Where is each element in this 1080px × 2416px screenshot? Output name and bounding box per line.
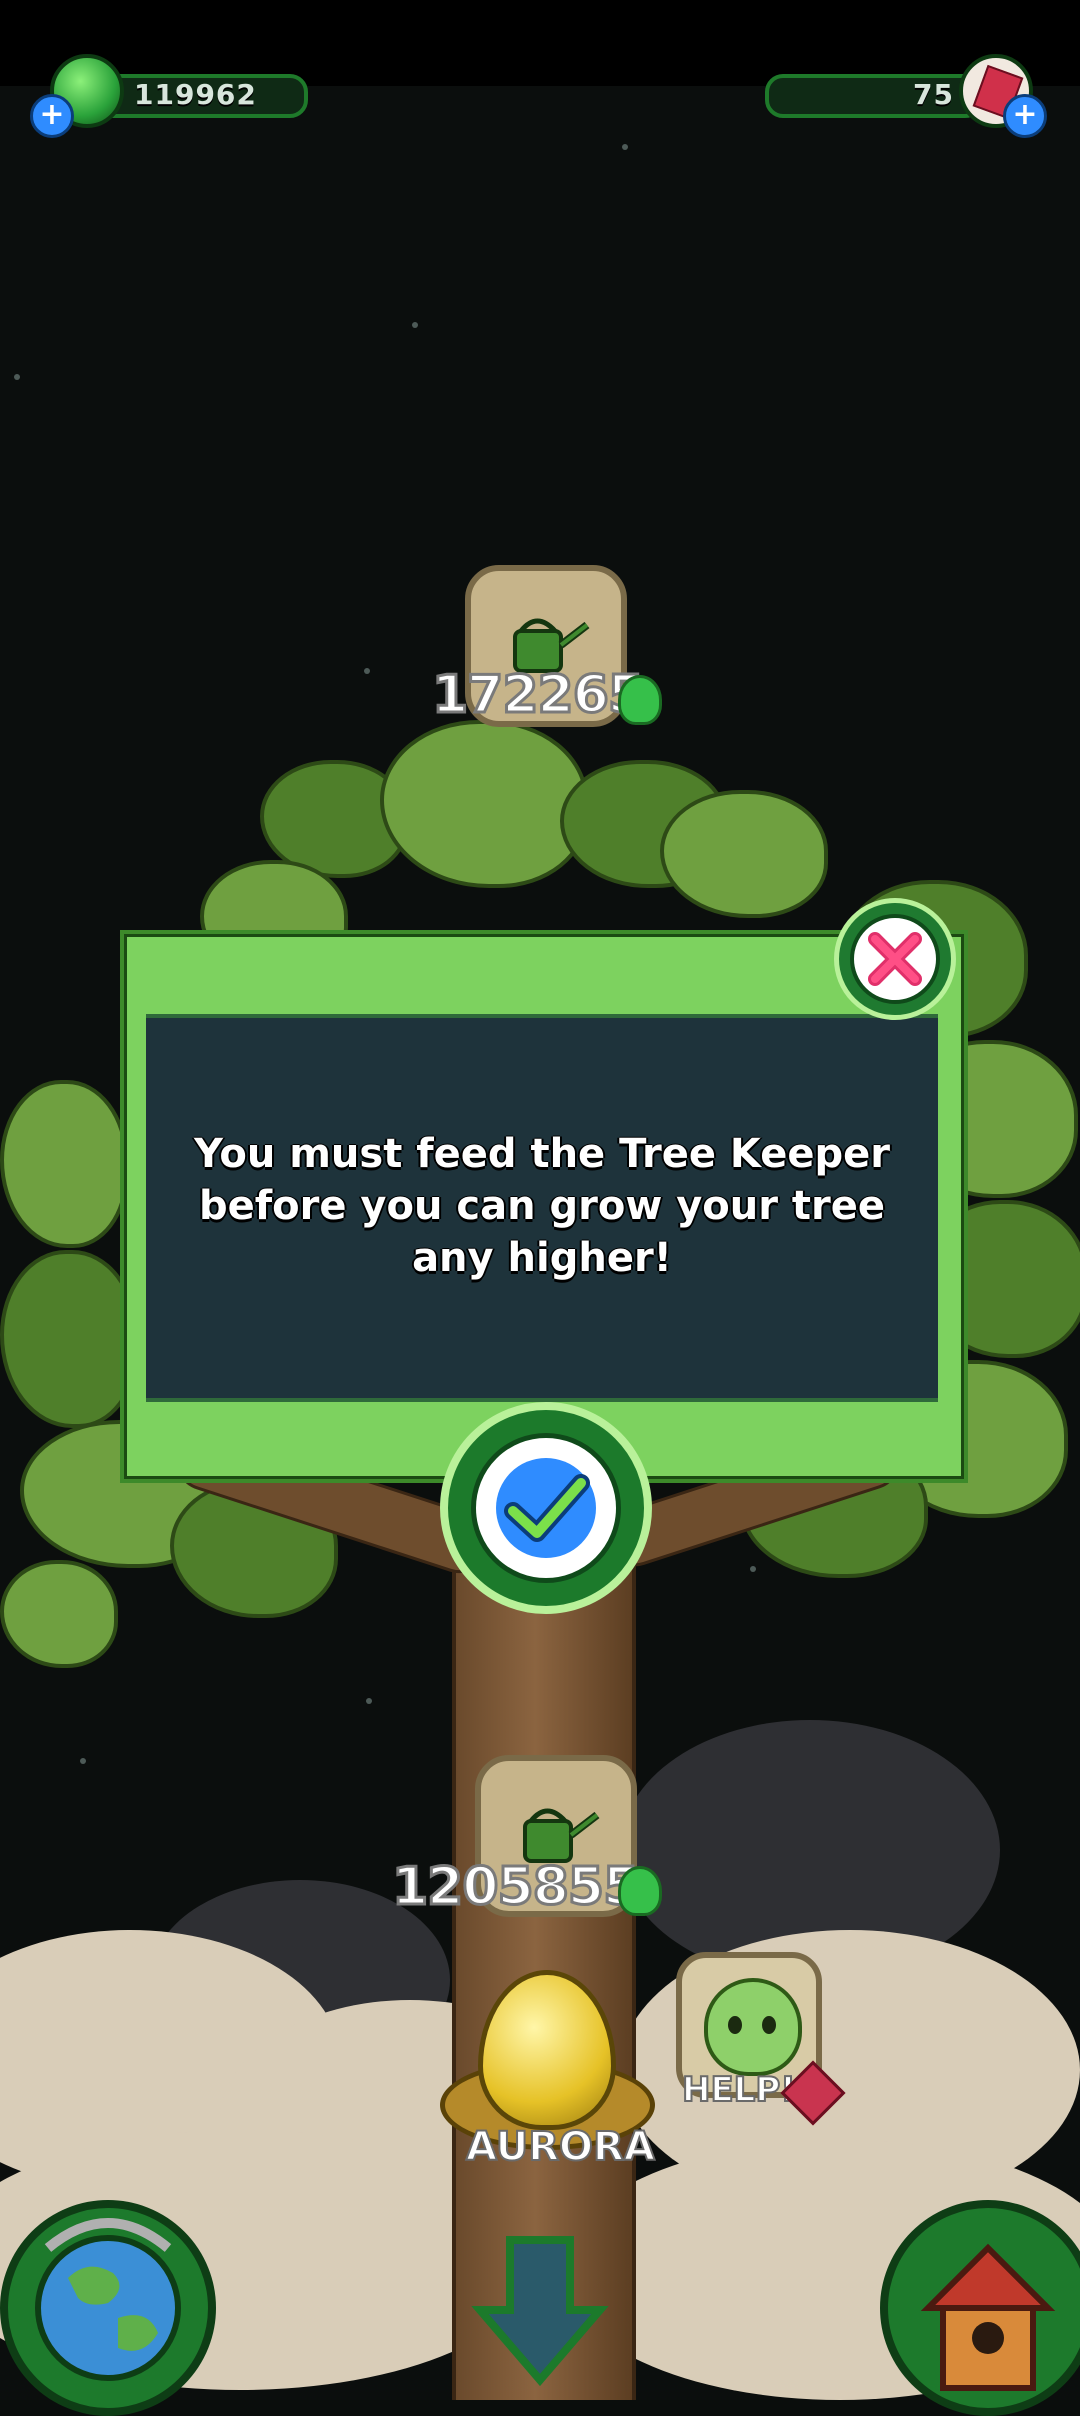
star — [14, 374, 20, 380]
star — [750, 1566, 756, 1572]
add-gems-button[interactable]: + — [1003, 94, 1047, 138]
close-button[interactable] — [834, 898, 956, 1020]
globe-icon — [35, 2218, 181, 2381]
home-button[interactable] — [880, 2200, 1080, 2416]
checkmark-icon — [496, 1458, 596, 1558]
dialog-message: You must feed the Tree Keeper before you… — [194, 1131, 890, 1281]
star — [364, 668, 370, 674]
down-arrow-icon[interactable] — [470, 2230, 610, 2400]
help-label: HELP! — [681, 2069, 797, 2111]
reward-amount: 172265 — [430, 664, 645, 727]
star — [80, 1758, 86, 1764]
world-map-button[interactable] — [0, 2200, 216, 2416]
tree-keeper-icon — [704, 1978, 802, 2076]
coin-counter: 119962 + — [30, 54, 350, 138]
star — [622, 144, 628, 150]
birdhouse-icon — [920, 2243, 1056, 2391]
dialog-panel: You must feed the Tree Keeper before you… — [146, 1014, 938, 1402]
close-button-face — [850, 914, 940, 1004]
star — [366, 1698, 372, 1704]
gem-counter: 75 + — [735, 54, 1055, 138]
gem-amount: 75 — [913, 78, 954, 111]
coin-amount: 119962 — [134, 78, 257, 111]
add-coins-button[interactable]: + — [30, 94, 74, 138]
egg-name: AURORA — [465, 2123, 656, 2171]
close-x-icon — [868, 932, 922, 986]
message-dialog: You must feed the Tree Keeper before you… — [120, 930, 968, 1483]
star — [412, 322, 418, 328]
confirm-button-face — [471, 1433, 621, 1583]
reward-amount: 1205855 — [390, 1856, 640, 1919]
confirm-button[interactable] — [440, 1402, 652, 1614]
green-gem-icon — [618, 675, 662, 725]
green-gem-icon — [618, 1866, 662, 1916]
